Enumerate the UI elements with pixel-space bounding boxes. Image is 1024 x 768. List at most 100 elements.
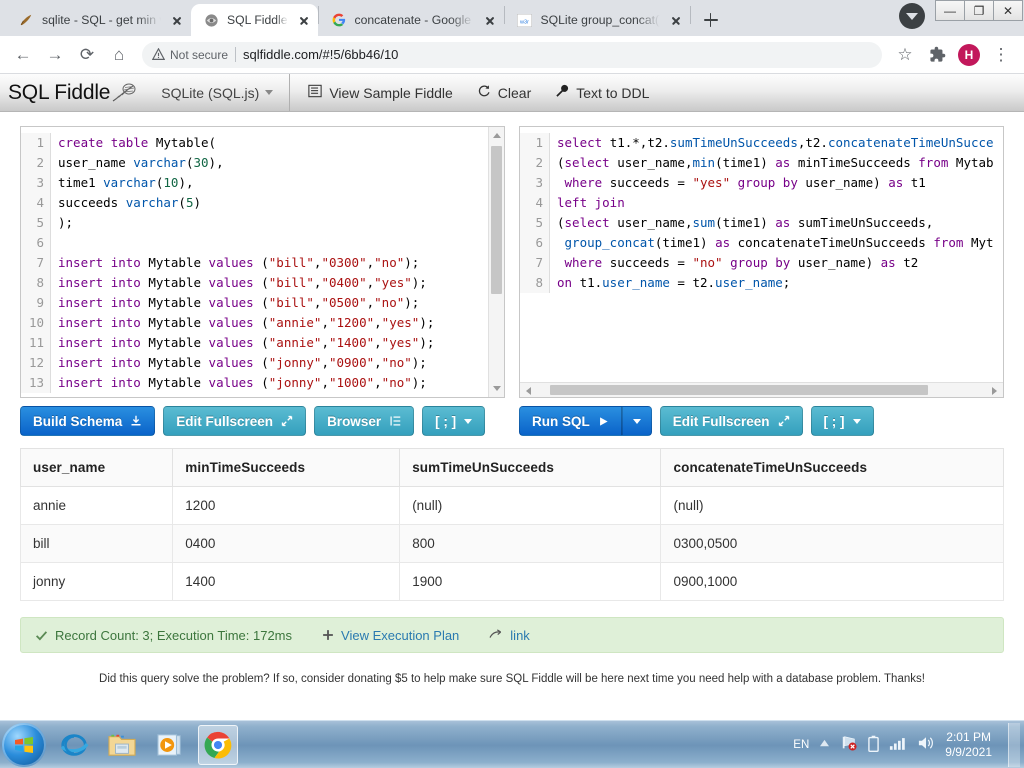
- code-token: "yes": [381, 335, 420, 350]
- svg-text:w3r: w3r: [519, 19, 529, 25]
- scroll-thumb[interactable]: [550, 385, 928, 395]
- view-execution-plan-link[interactable]: View Execution Plan: [322, 628, 459, 643]
- scroll-up-icon[interactable]: [493, 133, 501, 138]
- forward-icon[interactable]: →: [40, 40, 70, 70]
- query-editor-panel[interactable]: 1 select t1.*,t2.sumTimeUnSucceeds,t2.con…: [519, 126, 1004, 398]
- chevron-down-icon: [265, 90, 274, 95]
- new-tab-button[interactable]: [697, 6, 725, 34]
- clear-label: Clear: [497, 84, 532, 101]
- browser-tab-2[interactable]: concatenate - Google Sea: [319, 4, 504, 36]
- code-token: ): [193, 195, 202, 210]
- code-token: values: [208, 375, 262, 390]
- donate-note: Did this query solve the problem? If so,…: [99, 673, 925, 685]
- chrome-menu-icon[interactable]: ⋮: [986, 40, 1016, 70]
- schema-editor-panel[interactable]: 1 create table Mytable(2 user_name varchar…: [20, 126, 505, 398]
- schema-vertical-scrollbar[interactable]: [488, 127, 504, 397]
- build-schema-button[interactable]: Build Schema: [20, 406, 156, 436]
- scroll-thumb[interactable]: [491, 146, 502, 294]
- profile-avatar[interactable]: H: [954, 40, 984, 70]
- reload-icon[interactable]: ⟳: [72, 40, 102, 70]
- code-token: as: [775, 215, 798, 230]
- code-token: into: [110, 315, 149, 330]
- code-token: "0500": [321, 295, 367, 310]
- internet-explorer-icon[interactable]: [54, 725, 94, 765]
- code-token: concatenateTimeUnSucce: [827, 135, 994, 150]
- extensions-puzzle-icon[interactable]: [922, 40, 952, 70]
- google-chrome-icon[interactable]: [198, 724, 238, 765]
- query-horizontal-scrollbar[interactable]: [520, 382, 1003, 397]
- battery-icon[interactable]: [868, 735, 880, 755]
- clock[interactable]: 2:01 PM 9/9/2021: [945, 730, 992, 760]
- profile-chevron-icon[interactable]: [899, 3, 925, 29]
- close-window-button[interactable]: ✕: [993, 0, 1023, 21]
- file-explorer-icon[interactable]: [102, 725, 142, 765]
- code-token: t2: [903, 255, 919, 270]
- code-token: ,: [366, 275, 375, 290]
- code-token: into: [110, 295, 149, 310]
- minimize-button[interactable]: —: [935, 0, 965, 21]
- show-desktop-button[interactable]: [1008, 722, 1020, 767]
- indent-icon: [390, 416, 401, 426]
- code-token: succeeds =: [609, 255, 693, 270]
- browser-button[interactable]: Browser: [314, 406, 415, 436]
- schema-semicolon-menu-button[interactable]: [ ; ]: [422, 406, 486, 436]
- scroll-right-icon[interactable]: [992, 387, 997, 395]
- code-token: insert: [58, 355, 111, 370]
- sqlfiddle-header: SQL Fiddle SQLite (SQL.js) View Sample F…: [0, 74, 1024, 112]
- network-error-icon[interactable]: [840, 735, 858, 754]
- code-token: ,: [321, 375, 329, 390]
- line-number: 11: [21, 333, 51, 353]
- media-player-icon[interactable]: [150, 725, 190, 765]
- code-line: 10 insert into Mytable values ("annie","1…: [21, 313, 504, 333]
- results-column-header: sumTimeUnSucceeds: [399, 448, 662, 487]
- results-column-header: minTimeSucceeds: [172, 448, 401, 487]
- address-bar[interactable]: Not secure sqlfiddle.com/#!5/6bb46/10: [142, 41, 882, 68]
- semicolon-label: [ ; ]: [435, 413, 457, 429]
- code-text: select t1.*,t2.sumTimeUnSucceeds,t2.conc…: [550, 133, 994, 153]
- bookmark-star-icon[interactable]: ☆: [890, 40, 920, 70]
- query-codemirror[interactable]: 1 select t1.*,t2.sumTimeUnSucceeds,t2.con…: [520, 127, 1003, 397]
- maximize-button[interactable]: ❐: [964, 0, 994, 21]
- line-number: 6: [520, 233, 550, 253]
- volume-icon[interactable]: [917, 735, 935, 754]
- scroll-left-icon[interactable]: [526, 387, 531, 395]
- schema-codemirror[interactable]: 1 create table Mytable(2 user_name varchar…: [21, 127, 504, 397]
- table-cell: (null): [399, 486, 662, 525]
- text-to-ddl-button[interactable]: Text to DDL: [555, 84, 649, 101]
- close-icon[interactable]: [668, 12, 684, 28]
- not-secure-badge[interactable]: Not secure: [152, 48, 228, 62]
- query-semicolon-menu-button[interactable]: [ ; ]: [810, 406, 874, 436]
- code-token: insert: [58, 255, 111, 270]
- browser-tab-1[interactable]: SQL Fiddle: [191, 4, 318, 36]
- code-token: min: [692, 155, 716, 170]
- run-sql-dropdown-button[interactable]: [621, 406, 652, 436]
- site-logo[interactable]: SQL Fiddle: [0, 74, 143, 111]
- view-sample-fiddle-button[interactable]: View Sample Fiddle: [308, 84, 453, 101]
- code-text: (select user_name,sum(time1) as sumTimeU…: [550, 213, 933, 233]
- clear-button[interactable]: Clear: [477, 84, 531, 101]
- scroll-down-icon[interactable]: [493, 386, 501, 391]
- show-hidden-icons-icon[interactable]: [819, 739, 830, 751]
- code-line: 2 user_name varchar(30),: [21, 153, 504, 173]
- code-token: );: [411, 375, 427, 390]
- close-icon[interactable]: [296, 12, 312, 28]
- edit-fullscreen-schema-button[interactable]: Edit Fullscreen: [163, 406, 307, 436]
- google-icon: [331, 12, 347, 28]
- results-section: user_name minTimeSucceeds sumTimeUnSucceed…: [0, 436, 1024, 601]
- signal-icon[interactable]: [889, 736, 907, 754]
- tray-language[interactable]: EN: [793, 739, 809, 751]
- code-token: into: [110, 255, 149, 270]
- start-orb-icon[interactable]: [2, 722, 46, 767]
- database-select[interactable]: SQLite (SQL.js): [143, 74, 289, 111]
- back-icon[interactable]: ←: [8, 40, 38, 70]
- close-icon[interactable]: [482, 12, 498, 28]
- code-token: ,t2.: [797, 135, 828, 150]
- browser-tab-0[interactable]: sqlite - SQL - get min valu: [6, 4, 191, 36]
- edit-fullscreen-query-button[interactable]: Edit Fullscreen: [659, 406, 803, 436]
- warning-icon: [152, 48, 165, 60]
- share-link[interactable]: link: [489, 628, 530, 643]
- home-icon[interactable]: ⌂: [104, 40, 134, 70]
- run-sql-button[interactable]: Run SQL: [519, 406, 622, 436]
- close-icon[interactable]: [169, 12, 185, 28]
- browser-tab-3[interactable]: w3r SQLite group_concat() fun: [505, 4, 690, 36]
